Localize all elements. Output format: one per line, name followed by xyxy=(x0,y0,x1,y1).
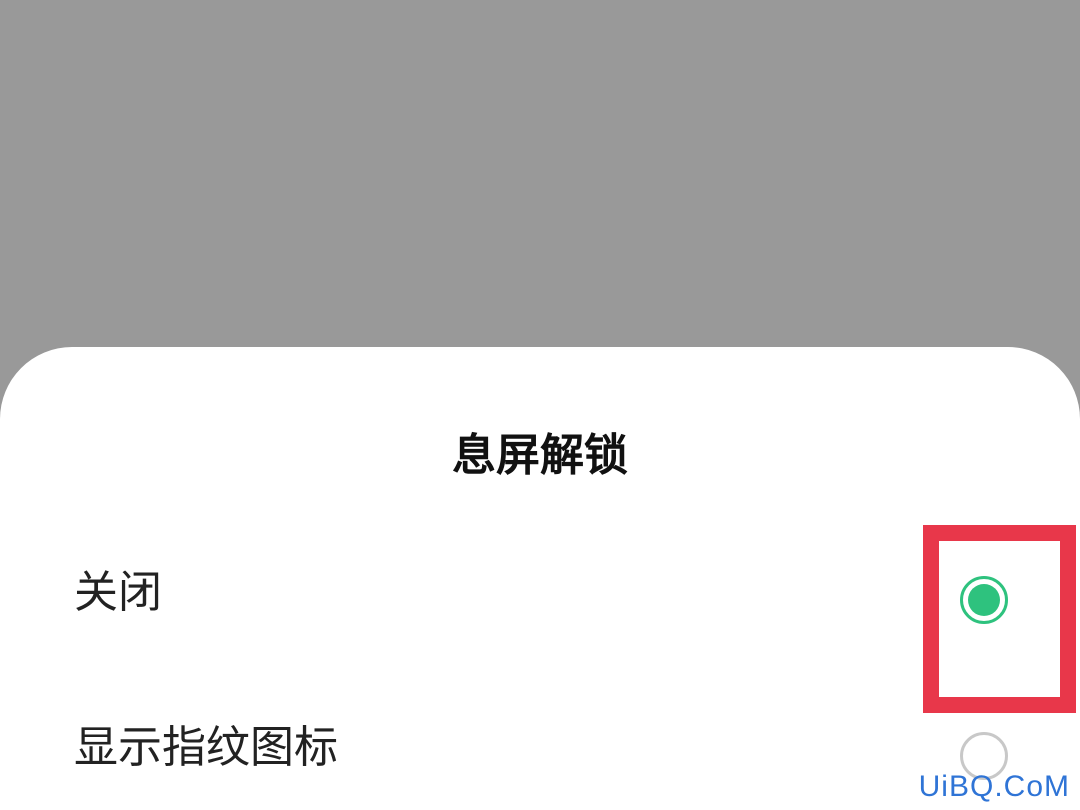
watermark: UiBQ.CoM xyxy=(918,770,1070,803)
option-show-fingerprint-label: 显示指纹图标 xyxy=(74,722,338,773)
sheet-title: 息屏解锁 xyxy=(452,430,628,481)
screen: 息屏解锁 关闭 显示指纹图标 UiBQ.CoM xyxy=(0,0,1080,810)
option-off[interactable]: 关闭 xyxy=(0,533,1080,653)
highlight-annotation-box xyxy=(923,525,1076,713)
option-off-label: 关闭 xyxy=(74,567,162,618)
